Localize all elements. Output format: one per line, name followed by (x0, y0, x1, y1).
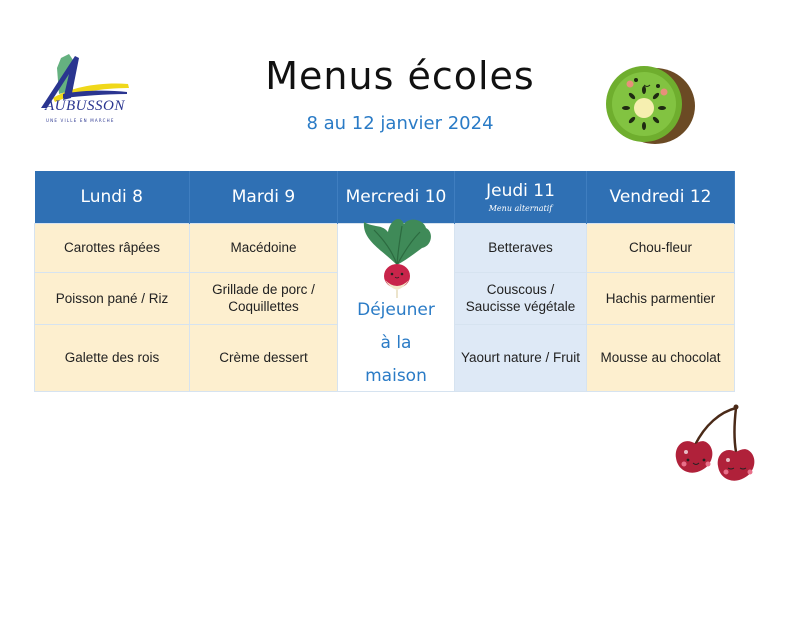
day-header: Vendredi 12 (586, 171, 735, 224)
wednesday-cell: Déjeuner à la maison (337, 218, 455, 393)
home-line: Déjeuner (357, 300, 435, 320)
day-note: Menu alternatif (488, 204, 553, 213)
menu-cell: Couscous / Saucisse végétale (454, 271, 587, 325)
day-header: Jeudi 11 Menu alternatif (454, 171, 587, 224)
home-line: maison (365, 366, 427, 386)
menu-cell: Grillade de porc / Coquillettes (189, 271, 338, 325)
menu-cell: Betteraves (454, 223, 587, 273)
home-line: à la (380, 333, 412, 353)
menu-cell: Macédoine (189, 223, 338, 273)
day-label: Lundi 8 (80, 187, 143, 207)
menu-cell: Chou-fleur (586, 223, 735, 273)
radish-icon (352, 210, 442, 300)
menu-cell: Mousse au chocolat (586, 323, 735, 393)
day-label: Mercredi 10 (345, 187, 447, 207)
table-row: Carottes râpées Macédoine Déjeuner à la … (34, 218, 735, 392)
menu-cell: Poisson pané / Riz (34, 271, 190, 325)
menu-cell: Yaourt nature / Fruit (454, 323, 587, 393)
menu-cell: Carottes râpées (34, 223, 190, 273)
day-label: Vendredi 12 (609, 187, 712, 207)
day-header: Lundi 8 (34, 171, 190, 224)
day-header: Mardi 9 (189, 171, 338, 224)
menu-cell: Crème dessert (189, 323, 338, 393)
menu-cell: Hachis parmentier (586, 271, 735, 325)
menu-cell: Galette des rois (34, 323, 190, 393)
day-label: Jeudi 11 (486, 181, 555, 201)
menu-table: Lundi 8 Mardi 9 Mercredi 10 Jeudi 11 Menu… (34, 171, 735, 393)
kiwi-icon (600, 60, 700, 150)
day-label: Mardi 9 (231, 187, 296, 207)
home-lunch-text: Déjeuner à la maison (338, 294, 454, 393)
cherries-icon (670, 400, 770, 495)
